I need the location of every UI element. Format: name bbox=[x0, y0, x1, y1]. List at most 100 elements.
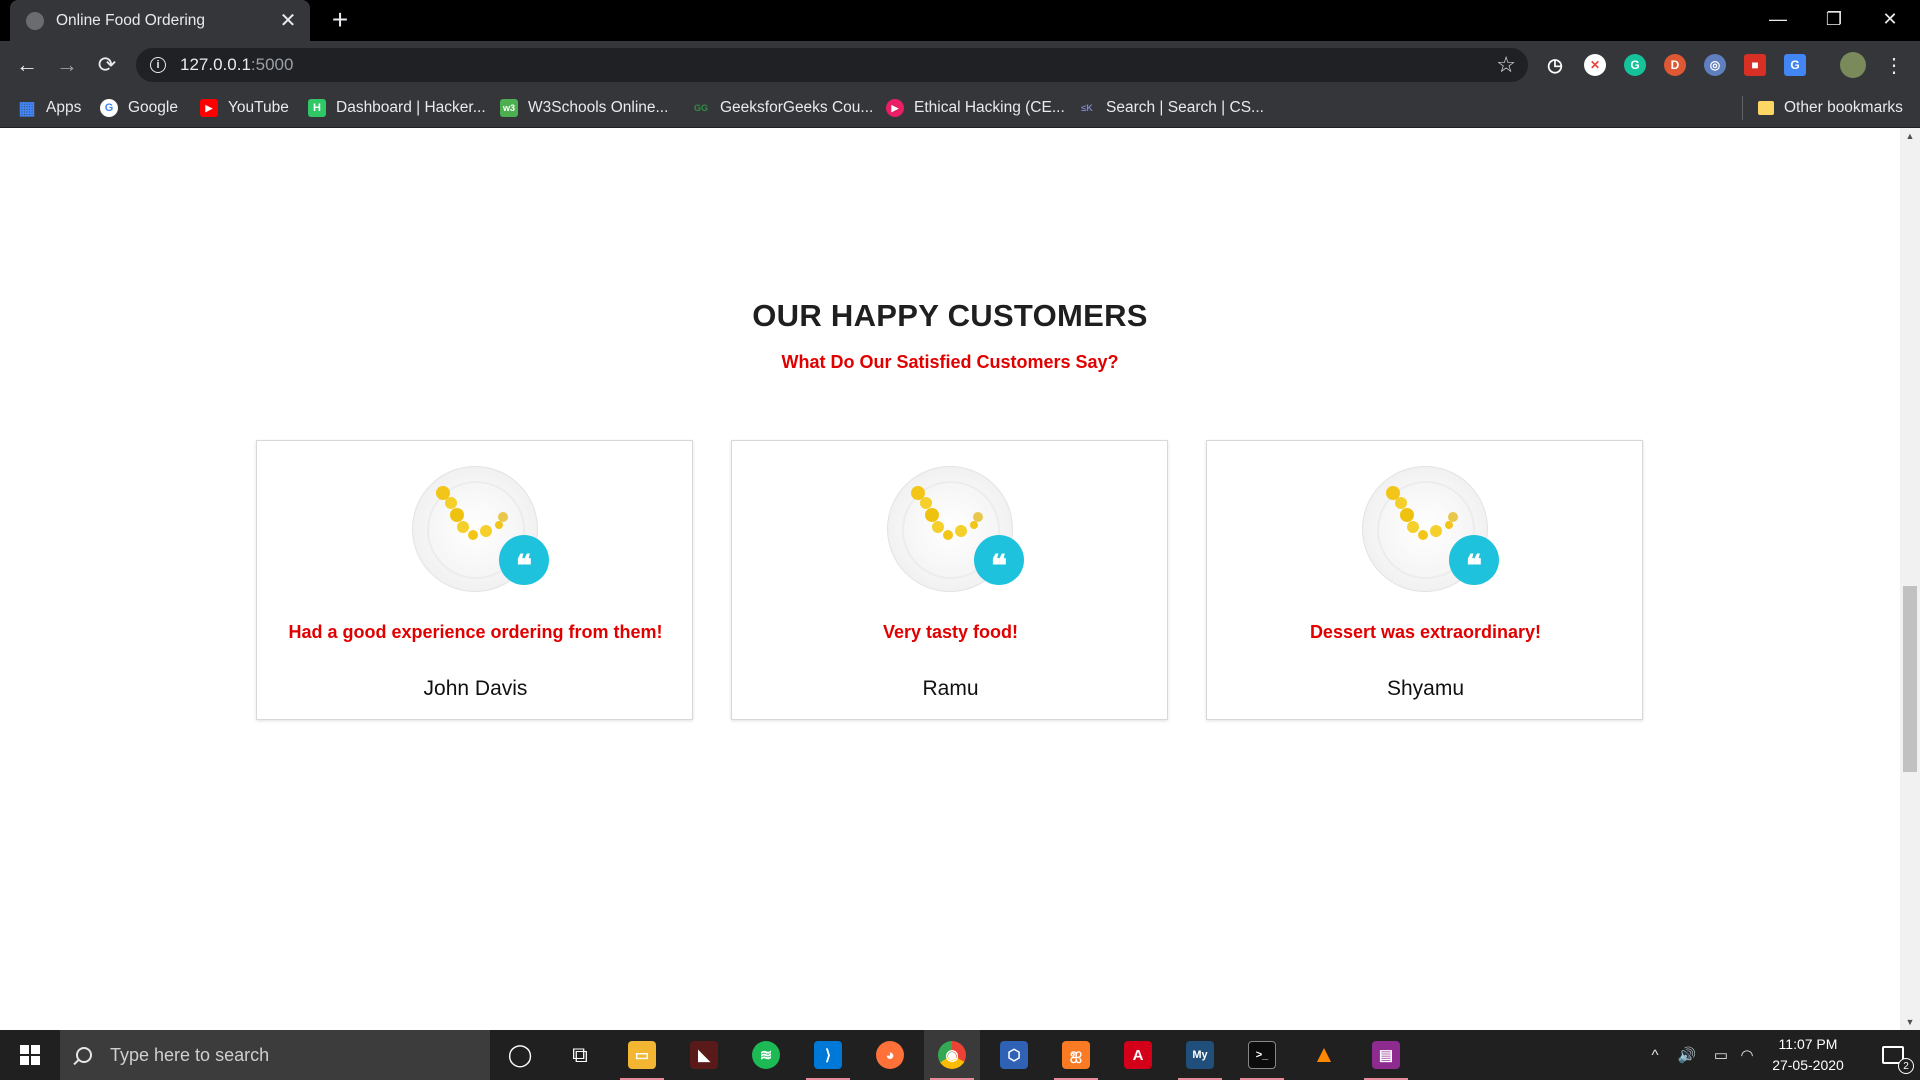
scrollbar-thumb[interactable] bbox=[1903, 586, 1917, 772]
tab-title: Online Food Ordering bbox=[56, 11, 206, 29]
translate-glyph: G bbox=[1790, 58, 1800, 72]
vlc-glyph: ▲ bbox=[1312, 1041, 1336, 1068]
winrar-icon[interactable]: ▤ bbox=[1358, 1030, 1414, 1080]
acrobat-glyph: A bbox=[1124, 1041, 1152, 1069]
profile-avatar[interactable] bbox=[1840, 52, 1866, 78]
volume-icon[interactable]: 🔊 bbox=[1670, 1030, 1704, 1080]
bookmark-ethical-hacking[interactable]: ▶ Ethical Hacking (CE... bbox=[886, 88, 1065, 128]
cortana-glyph: ◯ bbox=[507, 1042, 533, 1067]
vlc-icon[interactable]: ▲ bbox=[1296, 1030, 1352, 1080]
reload-button[interactable]: ⟳ bbox=[91, 49, 123, 81]
bookmark-youtube[interactable]: ▶ YouTube bbox=[200, 88, 289, 128]
firefox-icon[interactable]: ◕ bbox=[862, 1030, 918, 1080]
file-explorer-glyph: ▭ bbox=[628, 1041, 656, 1069]
windows-logo-icon bbox=[20, 1045, 40, 1065]
speed-dial-glyph: ◷ bbox=[1547, 54, 1563, 75]
task-view-icon[interactable]: ⧉ bbox=[552, 1030, 608, 1080]
spotify-icon[interactable]: ≋ bbox=[738, 1030, 794, 1080]
grammarly-glyph: G bbox=[1630, 58, 1640, 72]
eye-extension-icon[interactable]: ◎ bbox=[1704, 54, 1726, 76]
predator-sense-icon[interactable]: ◣ bbox=[676, 1030, 732, 1080]
w3schools-icon: w3 bbox=[500, 99, 518, 117]
vscode-glyph: ⟩ bbox=[814, 1041, 842, 1069]
youtube-icon: ▶ bbox=[200, 99, 218, 117]
forward-button[interactable]: → bbox=[51, 49, 83, 81]
bookmark-other-folder[interactable]: Other bookmarks bbox=[1758, 88, 1903, 128]
bookmark-label: YouTube bbox=[228, 99, 289, 116]
testimonial-card: ❝ Very tasty food! Ramu bbox=[731, 440, 1168, 720]
predator-sense-glyph: ◣ bbox=[690, 1041, 718, 1069]
firefox-glyph: ◕ bbox=[876, 1041, 904, 1069]
bookmark-google[interactable]: G Google bbox=[100, 88, 178, 128]
start-button[interactable] bbox=[0, 1030, 60, 1080]
duckduckgo-glyph: D bbox=[1670, 58, 1680, 72]
quote-icon: ❝ bbox=[974, 535, 1024, 585]
bookmark-w3schools[interactable]: w3 W3Schools Online... bbox=[500, 88, 668, 128]
back-button[interactable]: ← bbox=[11, 49, 43, 81]
hackerrank-icon: H bbox=[308, 99, 326, 117]
translate-icon[interactable]: G bbox=[1784, 54, 1806, 76]
bookmark-label: Search | Search | CS... bbox=[1106, 99, 1264, 116]
tab-online-food-ordering[interactable]: Online Food Ordering ✕ bbox=[10, 0, 310, 41]
chrome-glyph: ◉ bbox=[938, 1041, 966, 1069]
speed-dial-icon[interactable]: ◷ bbox=[1544, 54, 1566, 76]
bookmark-geeksforgeeks[interactable]: GG GeeksforGeeks Cou... bbox=[692, 88, 873, 128]
address-bar[interactable]: i 127.0.0.1:5000 ☆ bbox=[136, 48, 1528, 82]
globe-icon bbox=[26, 11, 44, 30]
page-scrollbar[interactable]: ▲ ▼ bbox=[1900, 128, 1920, 1030]
tab-close-icon[interactable]: ✕ bbox=[278, 8, 298, 33]
xampp-glyph: ஐ bbox=[1062, 1041, 1090, 1069]
bookmark-hackerrank[interactable]: H Dashboard | Hacker... bbox=[308, 88, 486, 128]
grammarly-icon[interactable]: G bbox=[1624, 54, 1646, 76]
bookmark-star-icon[interactable]: ☆ bbox=[1496, 52, 1516, 78]
tray-overflow-chevron-icon[interactable]: ^ bbox=[1640, 1030, 1670, 1080]
google-icon: G bbox=[100, 99, 118, 117]
mysql-icon[interactable]: My bbox=[1172, 1030, 1228, 1080]
quote-icon: ❝ bbox=[1449, 535, 1499, 585]
chrome-icon[interactable]: ◉ bbox=[924, 1030, 980, 1080]
testimonial-name: Shyamu bbox=[1386, 677, 1465, 700]
adblock-glyph: ✕ bbox=[1589, 58, 1601, 72]
new-tab-button[interactable]: + bbox=[326, 6, 354, 34]
terminal-icon[interactable]: >_ bbox=[1234, 1030, 1290, 1080]
action-center-button[interactable]: 2 bbox=[1866, 1030, 1920, 1080]
adblock-icon[interactable]: ✕ bbox=[1584, 54, 1606, 76]
file-explorer-icon[interactable]: ▭ bbox=[614, 1030, 670, 1080]
terminal-glyph: >_ bbox=[1248, 1041, 1276, 1069]
testimonial-name: John Davis bbox=[423, 677, 528, 700]
scroll-up-arrow[interactable]: ▲ bbox=[1900, 128, 1920, 144]
spotify-glyph: ≋ bbox=[752, 1041, 780, 1069]
virtualbox-icon[interactable]: ⬡ bbox=[986, 1030, 1042, 1080]
browser-toolbar: ← → ⟳ i 127.0.0.1:5000 ☆ ◷ ✕ G D ◎ ■ G ⋮ bbox=[0, 41, 1920, 88]
acrobat-icon[interactable]: A bbox=[1110, 1030, 1166, 1080]
vscode-icon[interactable]: ⟩ bbox=[800, 1030, 856, 1080]
duckduckgo-icon[interactable]: D bbox=[1664, 54, 1686, 76]
notification-count: 2 bbox=[1898, 1058, 1914, 1074]
restore-button[interactable]: ❐ bbox=[1806, 0, 1862, 38]
testimonial-name: Ramu bbox=[922, 677, 979, 700]
scroll-down-arrow[interactable]: ▼ bbox=[1900, 1014, 1920, 1030]
testimonial-card: ❝ Dessert was extraordinary! Shyamu bbox=[1206, 440, 1643, 720]
browser-menu-icon[interactable]: ⋮ bbox=[1878, 49, 1910, 81]
bookmark-extension-icon[interactable]: ■ bbox=[1744, 54, 1766, 76]
mysql-glyph: My bbox=[1186, 1041, 1214, 1069]
site-info-icon[interactable]: i bbox=[150, 57, 166, 73]
taskbar-search-box[interactable]: Type here to search bbox=[60, 1030, 490, 1080]
taskbar-clock[interactable]: 11:07 PM 27-05-2020 bbox=[1748, 1034, 1868, 1076]
xampp-icon[interactable]: ஐ bbox=[1048, 1030, 1104, 1080]
minimize-button[interactable]: — bbox=[1750, 0, 1806, 38]
bookmarks-divider bbox=[1742, 96, 1743, 120]
bookmark-apps[interactable]: ▦ Apps bbox=[18, 88, 81, 128]
task-view-glyph: ⧉ bbox=[572, 1042, 588, 1067]
bookmark-label: Google bbox=[128, 99, 178, 116]
close-window-button[interactable]: ✕ bbox=[1862, 0, 1918, 38]
cortana-icon[interactable]: ◯ bbox=[492, 1030, 548, 1080]
search-icon bbox=[76, 1047, 92, 1063]
search-placeholder: Type here to search bbox=[110, 1044, 270, 1065]
page-viewport: OUR HAPPY CUSTOMERS What Do Our Satisfie… bbox=[0, 128, 1900, 1030]
bookmark-cs-search[interactable]: ≤K Search | Search | CS... bbox=[1078, 88, 1264, 128]
testimonial-card: ❝ Had a good experience ordering from th… bbox=[256, 440, 693, 720]
clock-date: 27-05-2020 bbox=[1772, 1057, 1844, 1073]
bookmark-label: GeeksforGeeks Cou... bbox=[720, 99, 874, 116]
notification-icon: 2 bbox=[1882, 1046, 1914, 1074]
